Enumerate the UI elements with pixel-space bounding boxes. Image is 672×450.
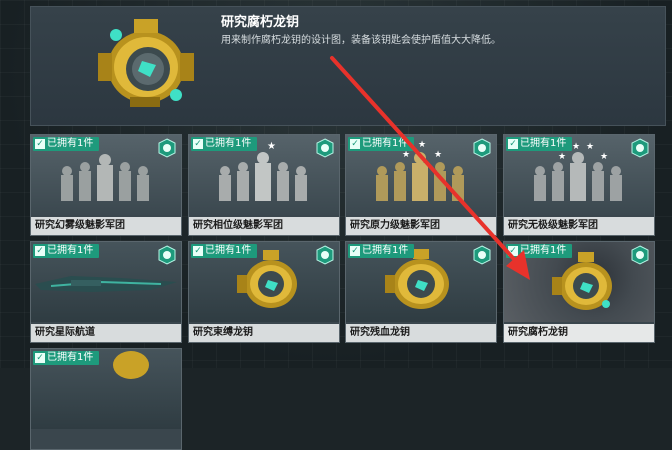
star-icon: ★ (586, 142, 594, 152)
blueprint-type-icon (316, 138, 334, 158)
star-icon: ★ (558, 152, 566, 162)
blueprint-card-bind-dragon-key[interactable]: ✓ 已拥有1件 研究束缚龙钥 (188, 241, 340, 343)
star-icon: ★ (572, 142, 580, 152)
star-icon: ★ (402, 150, 410, 160)
check-icon: ✓ (35, 353, 45, 363)
check-icon: ✓ (193, 246, 203, 256)
blueprint-type-icon (473, 138, 491, 158)
card-label: 研究腐朽龙钥 (504, 324, 654, 342)
card-label: 研究原力级魅影军团 (346, 217, 496, 235)
card-label: 研究残血龙钥 (346, 324, 496, 342)
star-icon: ★ (267, 141, 276, 152)
blueprint-card-blood-dragon-key[interactable]: ✓ 已拥有1件 研究残血龙钥 (345, 241, 497, 343)
owned-badge: ✓ 已拥有1件 (33, 137, 100, 151)
star-icon: ★ (418, 140, 426, 150)
blueprint-card-partial[interactable]: ✓ 已拥有1件 (30, 348, 182, 450)
blueprint-type-icon (158, 245, 176, 265)
star-icon: ★ (600, 152, 608, 162)
owned-badge: ✓ 已拥有1件 (33, 244, 100, 258)
blueprint-type-icon (631, 138, 649, 158)
owned-badge: ✓ 已拥有1件 (348, 244, 415, 258)
blueprint-card-phantom-infinite[interactable]: ★ ★ ★ ★ ✓ 已拥有1件 研究无极级魅影军团 (503, 134, 655, 236)
owned-badge: ✓ 已拥有1件 (506, 244, 573, 258)
blueprint-card-phantom-mist[interactable]: ✓ 已拥有1件 研究幻雾级魅影军团 (30, 134, 182, 236)
card-label: 研究相位级魅影军团 (189, 217, 339, 235)
owned-badge: ✓ 已拥有1件 (506, 137, 573, 151)
check-icon: ✓ (508, 246, 518, 256)
check-icon: ✓ (350, 246, 360, 256)
check-icon: ✓ (35, 139, 45, 149)
blueprint-type-icon (473, 245, 491, 265)
blueprint-type-icon (158, 138, 176, 158)
owned-badge: ✓ 已拥有1件 (191, 137, 258, 151)
check-icon: ✓ (193, 139, 203, 149)
check-icon: ✓ (35, 246, 45, 256)
star-icon: ★ (434, 150, 442, 160)
check-icon: ✓ (508, 139, 518, 149)
dragon-key-preview-icon (98, 19, 194, 107)
check-icon: ✓ (350, 139, 360, 149)
card-label: 研究幻雾级魅影军团 (31, 217, 181, 235)
detail-panel: 研究腐朽龙钥 用来制作腐朽龙钥的设计图，装备该钥匙会使护盾值大大降低。 (30, 6, 666, 126)
blueprint-card-phantom-force[interactable]: ★ ★ ★ ✓ 已拥有1件 研究原力级魅影军团 (345, 134, 497, 236)
owned-badge: ✓ 已拥有1件 (33, 351, 100, 365)
blueprint-card-decay-dragon-key[interactable]: ✓ 已拥有1件 研究腐朽龙钥 (503, 241, 655, 343)
blueprint-card-phantom-phase[interactable]: ★ ✓ 已拥有1件 研究相位级魅影军团 (188, 134, 340, 236)
owned-badge: ✓ 已拥有1件 (191, 244, 258, 258)
blueprint-type-icon (631, 245, 649, 265)
detail-description: 用来制作腐朽龙钥的设计图，装备该钥匙会使护盾值大大降低。 (221, 35, 501, 46)
blueprint-card-star-route[interactable]: ✓ 已拥有1件 研究星际航道 (30, 241, 182, 343)
blueprint-type-icon (316, 245, 334, 265)
owned-badge: ✓ 已拥有1件 (348, 137, 415, 151)
card-label: 研究束缚龙钥 (189, 324, 339, 342)
card-label: 研究星际航道 (31, 324, 181, 342)
detail-title: 研究腐朽龙钥 (221, 15, 300, 30)
card-label: 研究无极级魅影军团 (504, 217, 654, 235)
